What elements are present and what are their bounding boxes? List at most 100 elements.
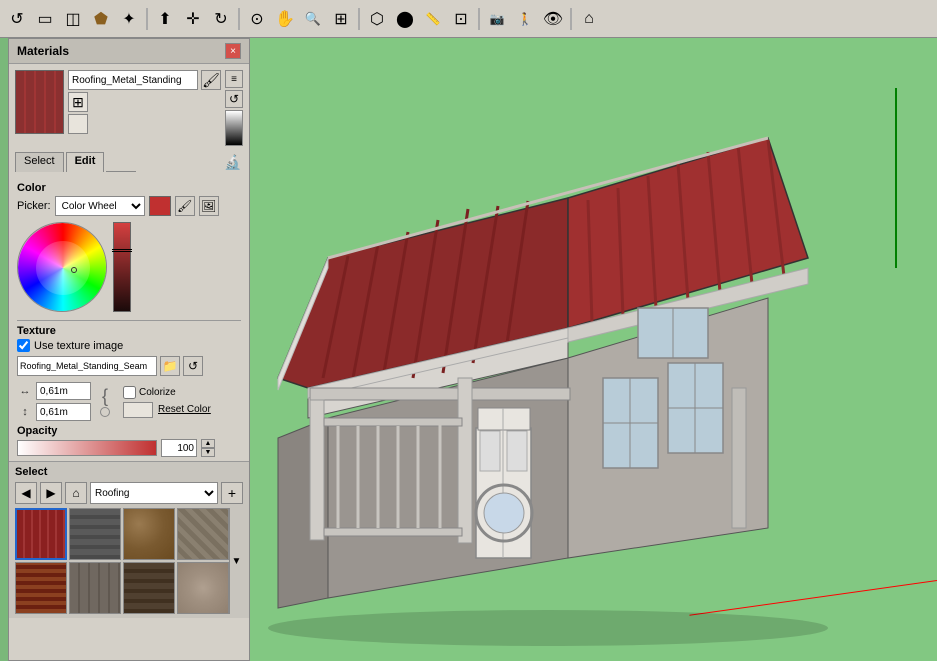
material-tile-7[interactable] <box>177 562 229 614</box>
width-icon: ↔ <box>17 383 33 399</box>
create-material-button[interactable]: ⊞ <box>68 92 88 112</box>
use-texture-label: Use texture image <box>34 340 123 352</box>
sample-paint-button[interactable]: 🖌 <box>201 70 221 90</box>
add-material-button[interactable]: + <box>221 482 243 504</box>
3d-viewport[interactable] <box>248 38 937 661</box>
nav-home-button[interactable]: ⌂ <box>65 482 87 504</box>
texture-section-label: Texture <box>17 325 241 337</box>
sep5 <box>570 8 572 30</box>
grid-container: ▼ <box>15 508 243 614</box>
orbit-camera-icon[interactable]: ⊙ <box>244 6 270 32</box>
preview-area: Roofing_Metal_Standing 🖌 ⊞ ≡ ↺ <box>9 64 249 152</box>
component-tool-icon[interactable]: ✦ <box>116 6 142 32</box>
house-icon[interactable]: ⌂ <box>576 6 602 32</box>
zoom-tool-icon[interactable]: 🔍 <box>300 6 326 32</box>
import-button[interactable]: ↺ <box>225 90 243 108</box>
opacity-row: 100 ▲ ▼ <box>17 439 241 457</box>
color-wheel-container <box>17 222 241 312</box>
material-tile-1[interactable] <box>69 508 121 560</box>
width-input[interactable]: 0,61m <box>36 382 91 400</box>
preview-right-controls: ⊞ <box>68 92 221 134</box>
wheel-cursor <box>71 267 77 273</box>
category-dropdown[interactable]: Roofing Wood Metal Stone Glass Concrete <box>90 482 218 504</box>
use-texture-row: Use texture image <box>17 339 241 352</box>
material-tile-6[interactable] <box>123 562 175 614</box>
height-row: ↕ 0,61m <box>17 403 91 421</box>
look-around-icon[interactable]: 👁 <box>540 6 566 32</box>
eyedropper-button[interactable]: 🔬 <box>223 152 243 172</box>
house-model <box>248 38 937 661</box>
white-swatch <box>68 114 88 134</box>
grid-scrollbar[interactable]: ▼ <box>229 508 243 614</box>
colorize-label: Colorize <box>139 387 176 398</box>
color-wheel[interactable] <box>17 222 107 312</box>
pan-icon[interactable]: ✋ <box>272 6 298 32</box>
tab-edit[interactable]: Edit <box>66 152 105 172</box>
panel-title: Materials <box>17 44 69 58</box>
picker-dropdown[interactable]: Color Wheel HLS HSB RGB <box>55 196 145 216</box>
paint-tool-icon[interactable]: ⬟ <box>88 6 114 32</box>
nav-forward-button[interactable]: ▶ <box>40 482 62 504</box>
material-grid <box>15 508 229 614</box>
follow-me-icon[interactable]: ⬤ <box>392 6 418 32</box>
material-tile-0[interactable] <box>15 508 67 560</box>
material-tile-3[interactable] <box>177 508 229 560</box>
component2-icon[interactable]: ⬡ <box>364 6 390 32</box>
opacity-slider[interactable] <box>17 440 157 456</box>
use-texture-checkbox[interactable] <box>17 339 30 352</box>
panel-header: Materials × <box>9 39 249 64</box>
material-tile-5[interactable] <box>69 562 121 614</box>
zoom-fit-icon[interactable]: ⊞ <box>328 6 354 32</box>
dimension-inputs: ↔ 0,61m ↕ 0,61m <box>17 382 91 421</box>
select-tool-icon[interactable]: ▭ <box>32 6 58 32</box>
sep4 <box>478 8 480 30</box>
strip-indicator <box>112 249 132 252</box>
eraser-tool-icon[interactable]: ◫ <box>60 6 86 32</box>
tabs-row: Select Edit 🔬 <box>9 152 249 172</box>
material-preview-swatch <box>15 70 64 134</box>
opacity-decrement-button[interactable]: ▼ <box>201 448 215 457</box>
opacity-increment-button[interactable]: ▲ <box>201 439 215 448</box>
color-section-label: Color <box>17 182 241 194</box>
link-toggle-button[interactable] <box>100 407 110 417</box>
section-plane-icon[interactable]: ⊡ <box>448 6 474 32</box>
dimensions-area: ↔ 0,61m ↕ 0,61m { Colorize <box>17 382 241 421</box>
select-section: Select ◀ ▶ ⌂ Roofing Wood Metal Stone Gl… <box>9 461 249 618</box>
tape-icon[interactable]: 📏 <box>420 6 446 32</box>
opacity-value-input[interactable]: 100 <box>161 439 197 457</box>
material-tile-4[interactable] <box>15 562 67 614</box>
height-input[interactable]: 0,61m <box>36 403 91 421</box>
opacity-label: Opacity <box>17 425 241 437</box>
camera2-icon[interactable]: 📷 <box>484 6 510 32</box>
black-white-swatch <box>225 110 243 146</box>
move-tool-icon[interactable]: ✛ <box>180 6 206 32</box>
colorize-checkbox[interactable] <box>123 386 136 399</box>
picker-label: Picker: <box>17 200 51 212</box>
rotate-tool-icon[interactable]: ↻ <box>208 6 234 32</box>
nav-back-button[interactable]: ◀ <box>15 482 37 504</box>
reset-swatch <box>123 402 153 418</box>
current-color-swatch[interactable] <box>149 196 171 216</box>
panel-close-button[interactable]: × <box>225 43 241 59</box>
reset-color-label[interactable]: Reset Color <box>158 404 211 415</box>
texture-file-row: Roofing_Metal_Standing_Seam 📁 ↺ <box>17 356 241 376</box>
pushpull-tool-icon[interactable]: ⬆ <box>152 6 178 32</box>
colorize-reset-area: Colorize Reset Color <box>123 386 211 418</box>
sep3 <box>358 8 360 30</box>
orbit-tool-icon[interactable]: ↺ <box>4 6 30 32</box>
color-value-strip[interactable] <box>113 222 131 312</box>
material-tile-2[interactable] <box>123 508 175 560</box>
panel-side-controls: ≡ ↺ <box>225 70 243 146</box>
materials-panel: Materials × Roofing_Metal_Standing 🖌 ⊞ ≡… <box>8 38 250 661</box>
tab-select[interactable]: Select <box>15 152 64 172</box>
refresh-texture-button[interactable]: ↺ <box>183 356 203 376</box>
material-name-input[interactable]: Roofing_Metal_Standing <box>68 70 198 90</box>
select-section-label: Select <box>15 466 243 478</box>
walk-icon[interactable]: 🚶 <box>512 6 538 32</box>
reset-color-row: Reset Color <box>123 402 211 418</box>
pick-screen-color-button[interactable]: 🖌 <box>175 196 195 216</box>
sample-button[interactable]: ≡ <box>225 70 243 88</box>
browse-texture-button[interactable]: 📁 <box>160 356 180 376</box>
texture-filename-input[interactable]: Roofing_Metal_Standing_Seam <box>17 356 157 376</box>
pick-material-color-button[interactable]: 🖼 <box>199 196 219 216</box>
